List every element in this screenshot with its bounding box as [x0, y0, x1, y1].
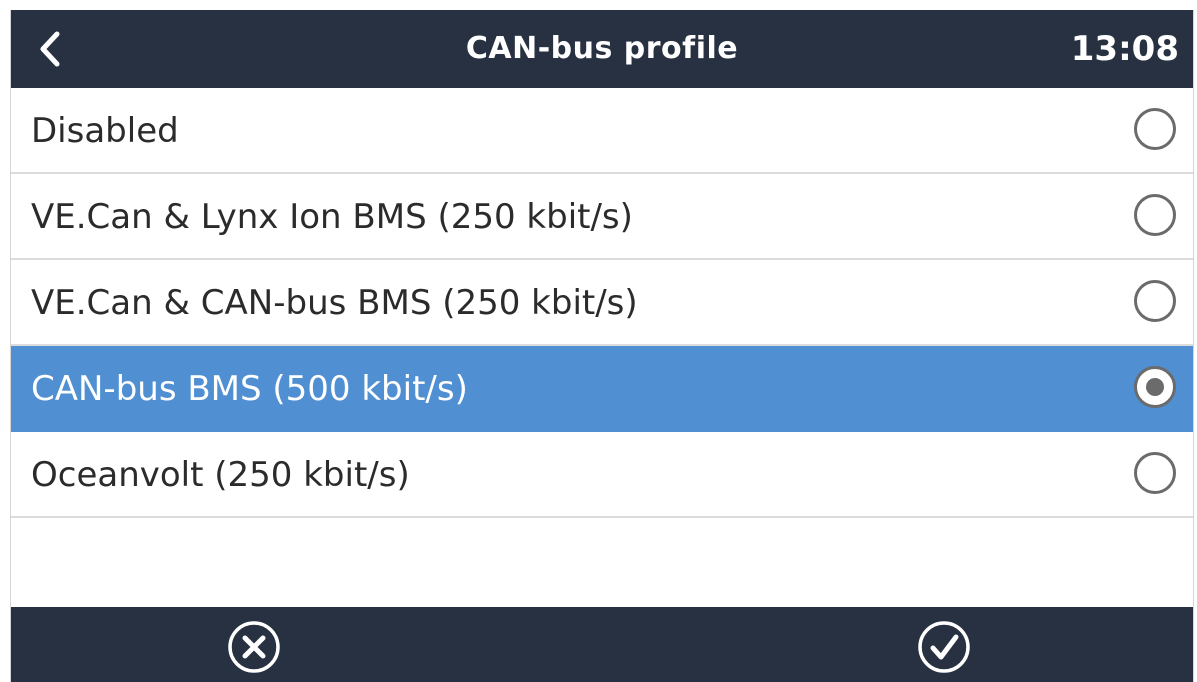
- option-label: CAN-bus BMS (500 kbit/s): [31, 369, 468, 409]
- confirm-button[interactable]: [916, 619, 972, 675]
- option-label: Disabled: [31, 111, 179, 151]
- footer-bar: [11, 607, 1193, 682]
- radio-button-icon[interactable]: [1134, 452, 1176, 494]
- option-vecan-lynx-ion-bms[interactable]: VE.Can & Lynx Ion BMS (250 kbit/s): [11, 174, 1193, 260]
- radio-button-icon[interactable]: [1134, 366, 1176, 408]
- option-disabled[interactable]: Disabled: [11, 88, 1193, 174]
- option-label: VE.Can & CAN-bus BMS (250 kbit/s): [31, 283, 638, 323]
- radio-button-icon[interactable]: [1134, 194, 1176, 236]
- page-title: CAN-bus profile: [465, 31, 739, 66]
- option-vecan-canbus-bms[interactable]: VE.Can & CAN-bus BMS (250 kbit/s): [11, 260, 1193, 346]
- option-list: Disabled VE.Can & Lynx Ion BMS (250 kbit…: [11, 88, 1193, 518]
- option-oceanvolt[interactable]: Oceanvolt (250 kbit/s): [11, 432, 1193, 518]
- clock: 13:08: [1070, 29, 1179, 69]
- option-label: VE.Can & Lynx Ion BMS (250 kbit/s): [31, 197, 633, 237]
- radio-button-icon[interactable]: [1134, 108, 1176, 150]
- check-circle-icon: [918, 621, 970, 673]
- screen: CAN-bus profile 13:08 Disabled VE.Can & …: [10, 10, 1194, 682]
- header-bar: CAN-bus profile 13:08: [11, 10, 1193, 88]
- cancel-button[interactable]: [226, 619, 282, 675]
- option-label: Oceanvolt (250 kbit/s): [31, 455, 410, 495]
- option-canbus-bms-500[interactable]: CAN-bus BMS (500 kbit/s): [11, 346, 1193, 432]
- cancel-circle-icon: [228, 621, 280, 673]
- radio-button-icon[interactable]: [1134, 280, 1176, 322]
